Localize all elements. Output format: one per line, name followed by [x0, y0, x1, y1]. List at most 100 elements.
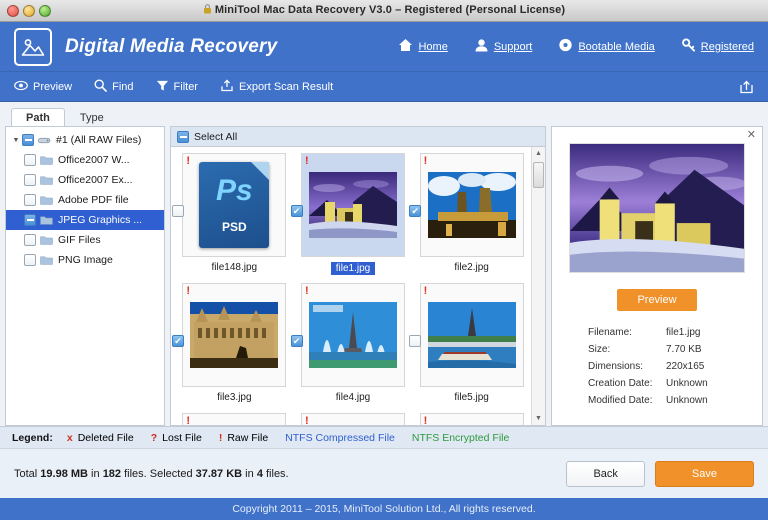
nav-home[interactable]: Home: [398, 38, 448, 55]
toolbar-filter[interactable]: Filter: [156, 79, 198, 95]
file-thumbnail[interactable]: !: [182, 413, 287, 426]
nav-bootable-media[interactable]: Bootable Media: [558, 38, 655, 55]
tab-path[interactable]: Path: [11, 108, 65, 126]
metadata-row: Size: 7.70 KB: [588, 344, 762, 355]
file-checkbox-wrap[interactable]: [172, 335, 184, 347]
file-thumbnail[interactable]: ! Ps PSD: [182, 153, 287, 257]
legend-title: Legend:: [12, 431, 53, 444]
file-thumbnail[interactable]: !: [300, 413, 405, 425]
metadata-value: file1.jpg: [666, 327, 701, 338]
file-name: file5.jpg: [454, 392, 489, 403]
item-checkbox[interactable]: [24, 154, 36, 166]
nav-bootable-media-label: Bootable Media: [578, 40, 655, 53]
file-checkbox-wrap[interactable]: [290, 205, 303, 217]
file-thumbnail[interactable]: !: [419, 153, 524, 257]
sidebar-item-gif-files[interactable]: GIF Files: [6, 230, 164, 250]
item-checkbox[interactable]: [24, 214, 36, 226]
sidebar-item-jpeg-graphics[interactable]: JPEG Graphics ...: [6, 210, 164, 230]
file-checkbox[interactable]: [290, 205, 303, 217]
metadata-row: Creation Date: Unknown: [588, 378, 762, 389]
status-buttons: Back Save: [566, 460, 754, 487]
file-checkbox-wrap[interactable]: [290, 335, 303, 347]
toolbar-find[interactable]: Find: [94, 79, 134, 95]
toolbar-export-scan-result[interactable]: Export Scan Result: [220, 79, 333, 95]
toolbar-preview-label: Preview: [33, 80, 73, 93]
sidebar-item-label: JPEG Graphics ...: [58, 214, 143, 226]
file-cell[interactable]: !: [290, 283, 413, 413]
lost-file-icon: ?: [150, 431, 158, 444]
sidebar-item-label: GIF Files: [58, 234, 101, 246]
grid-vertical-scrollbar[interactable]: ▲ ▼: [531, 147, 545, 425]
sidebar-item-office2007-excel[interactable]: Office2007 Ex...: [6, 170, 164, 190]
back-button[interactable]: Back: [566, 460, 645, 487]
file-checkbox[interactable]: [172, 205, 184, 217]
folder-icon: [40, 255, 53, 265]
file-thumbnail[interactable]: !: [300, 153, 405, 257]
close-window-button[interactable]: [7, 4, 19, 17]
file-name: file2.jpg: [454, 262, 489, 273]
main-toolbar: Preview Find Filter Export Scan Result: [0, 72, 768, 102]
scroll-down-icon[interactable]: ▼: [532, 412, 545, 425]
save-button[interactable]: Save: [654, 460, 754, 487]
close-icon[interactable]: ✕: [747, 130, 756, 141]
file-cell[interactable]: !: [294, 413, 413, 425]
file-thumbnail[interactable]: !: [300, 283, 405, 387]
sidebar-item-adobe-pdf-file[interactable]: Adobe PDF file: [6, 190, 164, 210]
file-cell[interactable]: !: [172, 283, 294, 413]
file-checkbox[interactable]: [172, 335, 184, 347]
select-all-checkbox[interactable]: [177, 130, 189, 143]
tree-node-root[interactable]: ▼ #1 (All RAW Files): [6, 130, 164, 150]
file-thumbnail[interactable]: !: [182, 283, 287, 387]
nav-registered[interactable]: Registered: [681, 38, 754, 55]
file-thumbnail[interactable]: !: [419, 283, 524, 387]
raw-file-flag-icon: !: [186, 155, 190, 167]
thumb-art-castle: [308, 172, 397, 238]
sidebar-item-png-image[interactable]: PNG Image: [6, 250, 164, 270]
item-checkbox[interactable]: [24, 194, 36, 206]
drive-icon: [38, 136, 52, 145]
scrollbar-thumb[interactable]: [533, 162, 544, 188]
lock-icon: [203, 4, 212, 17]
preview-button[interactable]: Preview: [617, 289, 697, 311]
file-cell[interactable]: !: [412, 413, 531, 425]
file-checkbox[interactable]: [409, 335, 422, 347]
file-checkbox[interactable]: [409, 205, 422, 217]
scroll-up-icon[interactable]: ▲: [532, 147, 545, 160]
item-checkbox[interactable]: [24, 254, 36, 266]
item-checkbox[interactable]: [24, 234, 36, 246]
legend-lost-file: ? Lost File: [151, 432, 202, 444]
file-cell[interactable]: !: [409, 153, 531, 283]
file-grid-panel: Select All ! Ps PSD file148.jpg ! ✔ file…: [170, 106, 546, 426]
header-nav: Home Support Bootable Media Registered: [398, 38, 754, 55]
file-checkbox-wrap[interactable]: [409, 335, 422, 347]
share-export-icon[interactable]: [739, 80, 754, 94]
metadata-row: Dimensions: 220x165: [588, 361, 762, 372]
file-checkbox-wrap[interactable]: [409, 205, 422, 217]
minimize-window-button[interactable]: [23, 4, 35, 17]
file-name: file3.jpg: [217, 392, 252, 403]
disc-icon: [558, 38, 573, 55]
eye-icon: [14, 80, 28, 94]
window-controls[interactable]: [0, 4, 51, 17]
file-thumbnail[interactable]: !: [419, 413, 524, 425]
folder-icon: [40, 195, 53, 205]
psd-file-icon: Ps PSD: [199, 162, 270, 248]
file-checkbox-wrap[interactable]: [172, 205, 184, 217]
chevron-down-icon[interactable]: ▼: [10, 137, 22, 144]
file-cell[interactable]: ! Ps PSD file148.jpg: [172, 153, 294, 283]
file-cell[interactable]: !: [175, 413, 294, 425]
raw-file-flag-icon: !: [304, 155, 309, 167]
brand-title: Digital Media Recovery: [65, 35, 278, 57]
sidebar-item-office2007-word[interactable]: Office2007 W...: [6, 150, 164, 170]
thumb-art-parliament: [190, 302, 279, 368]
maximize-window-button[interactable]: [39, 4, 51, 17]
raw-file-flag-icon: !: [186, 415, 190, 426]
nav-support[interactable]: Support: [474, 38, 532, 55]
item-checkbox[interactable]: [24, 174, 36, 186]
file-checkbox[interactable]: [290, 335, 303, 347]
root-checkbox[interactable]: [22, 134, 34, 146]
file-cell[interactable]: !: [409, 283, 531, 413]
tab-type[interactable]: Type: [65, 108, 119, 126]
file-cell[interactable]: !: [290, 153, 413, 283]
toolbar-preview[interactable]: Preview: [14, 80, 72, 94]
